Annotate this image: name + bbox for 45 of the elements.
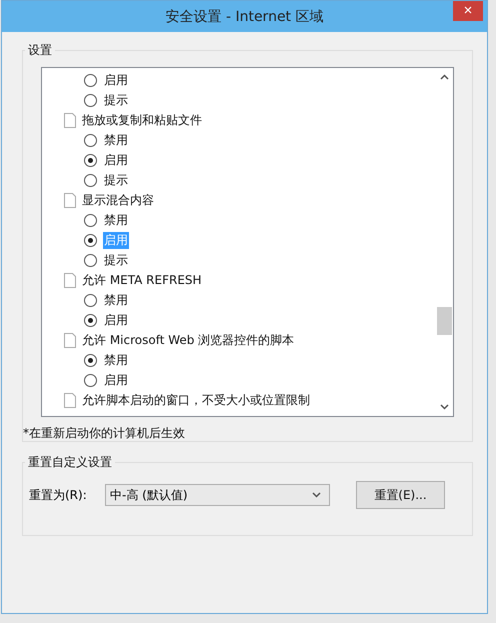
- setting-heading: 显示混合内容: [82, 192, 154, 208]
- option-label[interactable]: 禁用: [103, 212, 129, 228]
- document-icon: [64, 272, 76, 288]
- chevron-down-icon: [312, 492, 321, 498]
- option-label[interactable]: 禁用: [103, 132, 129, 148]
- option-label[interactable]: 提示: [103, 172, 129, 188]
- radio-button[interactable]: [84, 374, 97, 386]
- reset-label: 重置为(R):: [29, 486, 88, 504]
- radio-button[interactable]: [84, 154, 97, 166]
- scrollbar-thumb[interactable]: [437, 307, 452, 335]
- document-icon: [64, 392, 76, 408]
- radio-button[interactable]: [84, 314, 97, 326]
- radio-button[interactable]: [84, 94, 97, 106]
- radio-button[interactable]: [84, 214, 97, 226]
- option-label[interactable]: 禁用: [103, 292, 129, 308]
- group-title: 设置: [27, 42, 53, 59]
- radio-button[interactable]: [84, 254, 97, 266]
- radio-button[interactable]: [84, 294, 97, 306]
- radio-button[interactable]: [84, 234, 97, 246]
- option-label[interactable]: 提示: [103, 92, 129, 108]
- option-label[interactable]: 禁用: [103, 352, 129, 368]
- setting-heading: 允许 META REFRESH: [82, 272, 202, 288]
- radio-button[interactable]: [84, 354, 97, 366]
- setting-heading: 允许脚本启动的窗口，不受大小或位置限制: [82, 392, 310, 408]
- option-label[interactable]: 启用: [103, 72, 129, 88]
- document-icon: [64, 332, 76, 348]
- close-button[interactable]: ×: [453, 1, 483, 21]
- setting-heading: 拖放或复制和粘贴文件: [82, 112, 202, 128]
- level-dropdown[interactable]: 中-高 (默认值): [105, 484, 330, 506]
- restart-note: *在重新启动你的计算机后生效: [23, 425, 186, 442]
- window-title: 安全设置 - Internet 区域: [166, 8, 324, 26]
- scroll-down-icon[interactable]: [440, 404, 449, 410]
- option-label[interactable]: 提示: [103, 252, 129, 268]
- setting-heading: 允许 Microsoft Web 浏览器控件的脚本: [82, 332, 294, 348]
- option-label[interactable]: 启用: [103, 372, 129, 388]
- radio-button[interactable]: [84, 174, 97, 186]
- reset-button[interactable]: 重置(E)...: [356, 481, 445, 509]
- option-label[interactable]: 启用: [103, 312, 129, 328]
- document-icon: [64, 112, 76, 128]
- option-label[interactable]: 启用: [103, 152, 129, 168]
- scroll-up-icon[interactable]: [440, 74, 449, 80]
- document-icon: [64, 192, 76, 208]
- radio-button[interactable]: [84, 74, 97, 86]
- group-title: 重置自定义设置: [27, 454, 113, 471]
- radio-button[interactable]: [84, 134, 97, 146]
